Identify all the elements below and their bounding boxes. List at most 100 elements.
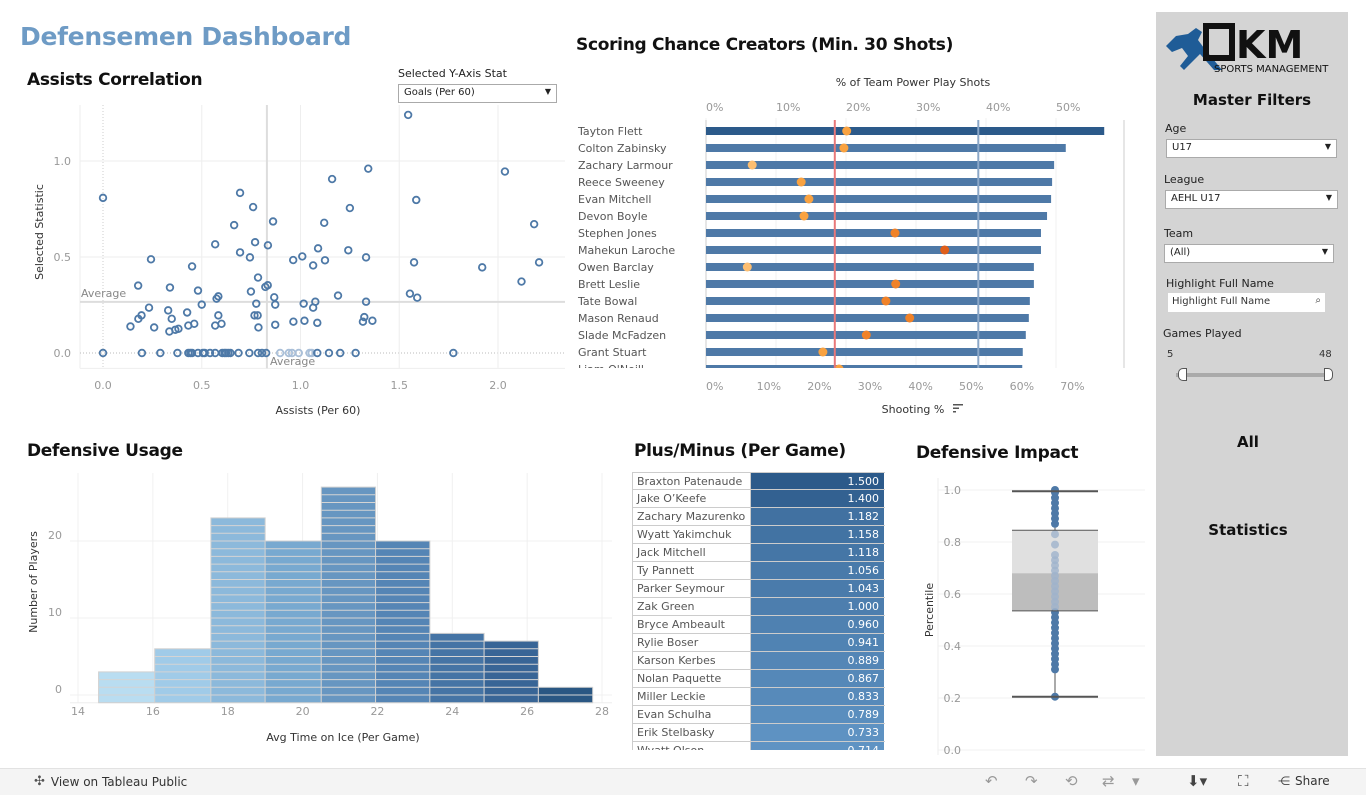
pause-icon[interactable]: ▾ [1132, 772, 1140, 790]
shooting-pct-bar [706, 263, 1034, 271]
shooting-pct-bar [706, 314, 1029, 322]
table-row[interactable]: Erik Stelbasky 0.733 [632, 724, 885, 742]
bottom-tick-label: 10% [757, 380, 781, 393]
table-row[interactable]: Jack Mitchell 1.118 [632, 544, 885, 562]
shooting-pct-bar [706, 161, 1055, 169]
plus-minus-value: 0.960 [751, 616, 884, 633]
shooting-pct-bar [706, 348, 1023, 356]
share-button[interactable]: ⋲ Share [1278, 774, 1330, 788]
y-axis-title: Number of Players [27, 531, 40, 633]
table-row[interactable]: Zachary Mazurenko 1.182 [632, 508, 885, 526]
share-icon: ⋲ [1278, 774, 1290, 788]
scatter-point [298, 252, 307, 261]
shooting-pct-bar [706, 178, 1053, 186]
table-row[interactable]: Wyatt Yakimchuk 1.158 [632, 526, 885, 544]
redo-icon[interactable]: ↷ [1025, 772, 1038, 790]
scatter-point [156, 348, 165, 358]
scatter-point [412, 195, 421, 205]
scatter-point [345, 203, 355, 213]
plus-minus-value: 1.056 [751, 562, 884, 579]
highlight-placeholder: Highlight Full Name [1172, 296, 1271, 307]
fullscreen-icon[interactable]: ⛶ [1238, 772, 1249, 790]
plus-minus-value: 1.182 [751, 508, 884, 525]
table-row[interactable]: Parker Seymour 1.043 [632, 580, 885, 598]
plus-minus-value: 0.789 [751, 706, 884, 723]
table-row[interactable]: Wyatt Olson0.714 [632, 742, 885, 750]
scoring-chance-title: Scoring Chance Creators (Min. 30 Shots) [576, 35, 954, 55]
scatter-point [149, 323, 159, 332]
shooting-pct-bar [706, 297, 1030, 305]
pp-shot-pct-dot [905, 313, 915, 323]
player-name-label: Mason Renaud [578, 312, 659, 325]
scatter-point [403, 110, 413, 120]
scatter-point [165, 283, 175, 292]
table-row[interactable]: Braxton Patenaude 1.500 [632, 472, 885, 490]
top-tick-label: 30% [916, 101, 940, 114]
defensive-impact-boxplot: 0.0 0.2 0.4 0.6 0.8 1.0 Percentile [923, 478, 1145, 755]
scatter-point [248, 202, 258, 212]
games-slider-track[interactable] [1176, 373, 1331, 377]
table-row[interactable]: Bryce Ambeault 0.960 [632, 616, 885, 634]
highlight-search-input[interactable]: Highlight Full Name ⌕ [1168, 293, 1325, 312]
plus-minus-value: 1.500 [751, 473, 884, 489]
games-slider-max-handle[interactable] [1324, 368, 1333, 381]
x-axis-title: Assists (Per 60) [276, 404, 361, 417]
top-tick-label: 0% [706, 101, 723, 114]
player-name: Jake O’Keefe [632, 490, 751, 507]
league-dropdown[interactable]: AEHL U17 ▼ [1165, 190, 1338, 209]
refresh-icon[interactable]: ⇄ [1102, 772, 1115, 790]
all-text: All [1237, 433, 1259, 451]
table-row[interactable]: Zak Green 1.000 [632, 598, 885, 616]
x-tick-label: 28 [595, 705, 609, 718]
player-name-label: Liam O'Neill [578, 363, 644, 376]
player-name: Braxton Patenaude [632, 473, 751, 489]
plus-minus-table[interactable]: Braxton Patenaude 1.500 Jake O’Keefe 1.400 Z… [632, 472, 885, 750]
scatter-point [333, 291, 343, 300]
revert-icon[interactable]: ⟲ [1065, 772, 1078, 790]
download-icon[interactable]: ⬇▾ [1187, 772, 1207, 790]
player-name: Bryce Ambeault [632, 616, 751, 633]
pp-shot-pct-dot [940, 245, 950, 255]
scatter-point [210, 240, 220, 249]
scatter-point [517, 277, 526, 286]
table-row[interactable]: Rylie Boser 0.941 [632, 634, 885, 652]
team-dropdown[interactable]: (All) ▼ [1164, 244, 1334, 263]
top-tick-label: 20% [846, 101, 870, 114]
scatter-point [163, 306, 173, 315]
scatter-point [235, 188, 245, 198]
table-row[interactable]: Jake O’Keefe 1.400 [632, 490, 885, 508]
y-tick-label: 0.2 [944, 692, 962, 705]
plus-minus-value: 1.400 [751, 490, 884, 507]
y-tick-label: 0.0 [944, 744, 962, 755]
top-tick-label: 40% [986, 101, 1010, 114]
plus-minus-value: 1.118 [751, 544, 884, 561]
scatter-point [288, 255, 298, 265]
scatter-point [344, 246, 353, 255]
player-name: Jack Mitchell [632, 544, 751, 561]
team-value: (All) [1170, 247, 1191, 258]
player-name-label: Reece Sweeney [578, 176, 665, 189]
table-row[interactable]: Miller Leckie 0.833 [632, 688, 885, 706]
scoring-chance-chart: % of Team Power Play Shots 0% 10% 20% 30% 40%… [577, 76, 1125, 416]
games-slider-min-handle[interactable] [1178, 368, 1187, 381]
table-row[interactable]: Ty Pannett 1.056 [632, 562, 885, 580]
scatter-point [253, 273, 263, 282]
top-tick-label: 10% [776, 101, 800, 114]
defensive-impact-title: Defensive Impact [916, 443, 1079, 463]
table-row[interactable]: Karson Kerbes 0.889 [632, 652, 885, 670]
view-on-tableau-link[interactable]: ✣ View on Tableau Public [34, 774, 187, 789]
shooting-pct-bar [706, 212, 1048, 220]
shooting-pct-bar [706, 144, 1066, 152]
age-dropdown[interactable]: U17 ▼ [1166, 139, 1337, 158]
scatter-point [250, 238, 260, 247]
player-name: Ty Pannett [632, 562, 751, 579]
pp-shot-pct-dot [818, 347, 828, 357]
plus-minus-value: 0.941 [751, 634, 884, 651]
scatter-point [137, 348, 147, 358]
table-row[interactable]: Nolan Paquette 0.867 [632, 670, 885, 688]
x-tick-label: 2.0 [489, 379, 507, 392]
undo-icon[interactable]: ↶ [985, 772, 998, 790]
table-row[interactable]: Evan Schulha 0.789 [632, 706, 885, 724]
bottom-tick-label: 70% [1060, 380, 1084, 393]
scatter-point [409, 258, 419, 267]
